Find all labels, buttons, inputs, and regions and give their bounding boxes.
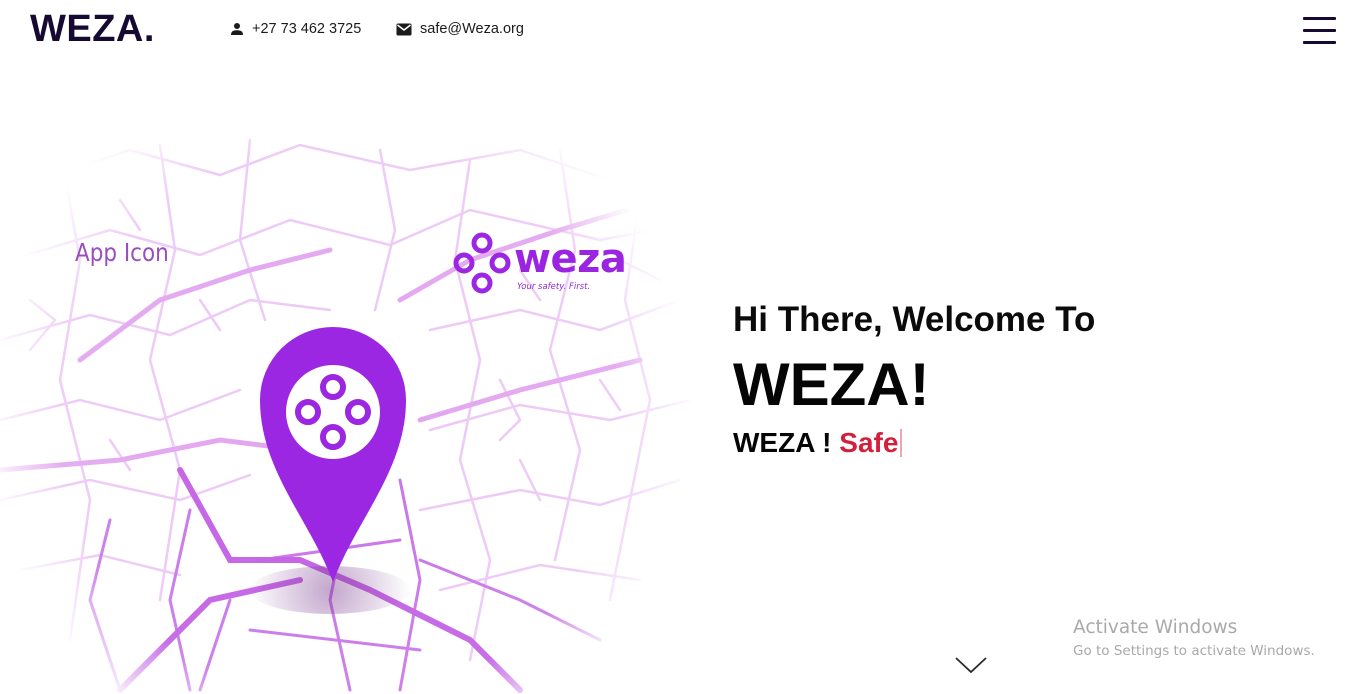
weza-app-logo-tagline: Your safety. First. <box>517 282 591 292</box>
activate-windows-subtitle: Go to Settings to activate Windows. <box>1073 643 1315 659</box>
tagline-highlight-word: Safe <box>839 427 899 458</box>
typing-cursor <box>900 429 903 457</box>
phone-number: +27 73 462 3725 <box>252 21 362 37</box>
hero-title: WEZA! <box>733 351 930 418</box>
email-address: safe@Weza.org <box>420 21 524 37</box>
city-map-illustration <box>0 136 690 694</box>
person-icon <box>230 22 244 36</box>
brand-logo[interactable]: WEZA. <box>30 8 155 51</box>
mail-icon <box>396 23 412 36</box>
landing-page: WEZA. +27 73 462 3725 safe@Weza.org App … <box>0 0 1360 694</box>
app-icon-caption: App Icon <box>75 238 169 267</box>
hamburger-menu-icon[interactable] <box>1303 17 1336 45</box>
welcome-greeting: Hi There, Welcome To <box>733 300 1096 339</box>
phone-contact[interactable]: +27 73 462 3725 <box>230 21 361 37</box>
weza-app-logo-wordmark: weza <box>514 236 627 282</box>
email-contact[interactable]: safe@Weza.org <box>396 21 524 37</box>
activate-windows-watermark: Activate Windows Go to Settings to activ… <box>1073 617 1315 659</box>
typed-tagline: WEZA ! Safe <box>733 427 903 459</box>
activate-windows-title: Activate Windows <box>1073 617 1238 638</box>
chevron-down-icon[interactable] <box>954 655 988 675</box>
tagline-prefix: WEZA ! <box>733 427 840 458</box>
